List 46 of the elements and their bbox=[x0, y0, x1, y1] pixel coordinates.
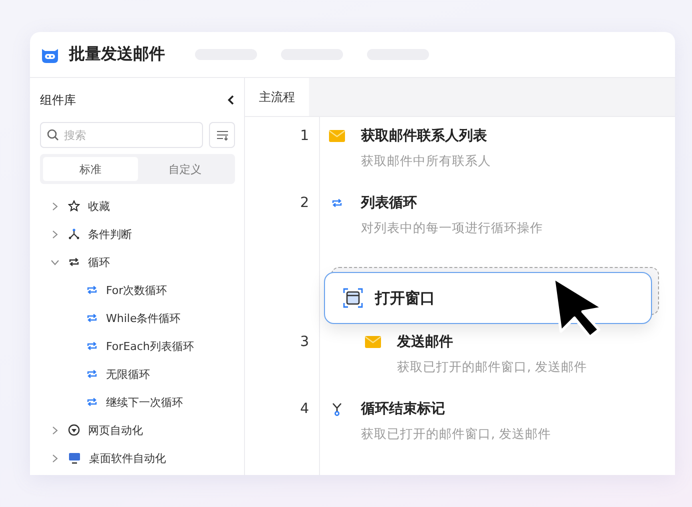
step-description: 获取已打开的邮件窗口, 发送邮件 bbox=[360, 426, 551, 443]
panel-title: 组件库 bbox=[40, 92, 76, 108]
category-tab[interactable]: 自定义 bbox=[138, 157, 232, 181]
category-tab[interactable]: 标准 bbox=[43, 157, 138, 181]
loop-icon bbox=[68, 256, 80, 268]
line-number: 2 bbox=[299, 194, 310, 213]
tree-item[interactable]: While条件循环 bbox=[40, 304, 235, 332]
search-field[interactable]: 搜索 bbox=[40, 122, 203, 148]
envelope-icon bbox=[365, 336, 381, 348]
tree-item[interactable]: 网页自动化 bbox=[40, 416, 235, 444]
tree-item[interactable]: 循环 bbox=[40, 248, 235, 276]
step-description: 获取已打开的邮件窗口, 发送邮件 bbox=[396, 359, 587, 376]
dragged-step-card[interactable]: 打开窗口 bbox=[324, 272, 652, 324]
line-number: 4 bbox=[299, 400, 310, 419]
step-title: 循环结束标记 bbox=[361, 400, 445, 418]
line-number: 3 bbox=[299, 333, 310, 352]
loop-icon bbox=[86, 312, 98, 324]
tree-item[interactable]: 条件判断 bbox=[40, 220, 235, 248]
search-icon bbox=[47, 129, 59, 141]
window-icon bbox=[343, 288, 363, 308]
app-title: 批量发送邮件 bbox=[69, 44, 165, 65]
step-title: 列表循环 bbox=[361, 194, 417, 212]
loop-icon bbox=[86, 396, 98, 408]
loop-icon bbox=[86, 340, 98, 352]
star-icon bbox=[68, 200, 80, 212]
tree-item[interactable]: For次数循环 bbox=[40, 276, 235, 304]
collapse-icon[interactable] bbox=[227, 95, 235, 105]
step-title: 发送邮件 bbox=[397, 333, 453, 351]
tree-item[interactable]: 收藏 bbox=[40, 192, 235, 220]
loop-icon bbox=[86, 368, 98, 380]
step-description: 获取邮件中所有联系人 bbox=[360, 153, 491, 170]
branch-icon bbox=[68, 228, 80, 240]
list-sort-icon bbox=[216, 130, 228, 140]
tree-item[interactable]: 无限循环 bbox=[40, 360, 235, 388]
line-number: 1 bbox=[299, 127, 310, 146]
tree-item[interactable]: 继续下一次循环 bbox=[40, 388, 235, 416]
sort-button[interactable] bbox=[209, 122, 235, 148]
step-description: 对列表中的每一项进行循环操作 bbox=[360, 220, 543, 237]
globe-icon bbox=[68, 424, 80, 436]
flow-tab[interactable]: 主流程 bbox=[245, 78, 309, 116]
loop-icon bbox=[86, 284, 98, 296]
tree-item[interactable]: 桌面软件自动化 bbox=[40, 444, 235, 472]
tree-item[interactable]: ForEach列表循环 bbox=[40, 332, 235, 360]
step-title: 获取邮件联系人列表 bbox=[361, 127, 487, 145]
envelope-icon bbox=[329, 130, 345, 142]
monitor-icon bbox=[68, 452, 81, 464]
